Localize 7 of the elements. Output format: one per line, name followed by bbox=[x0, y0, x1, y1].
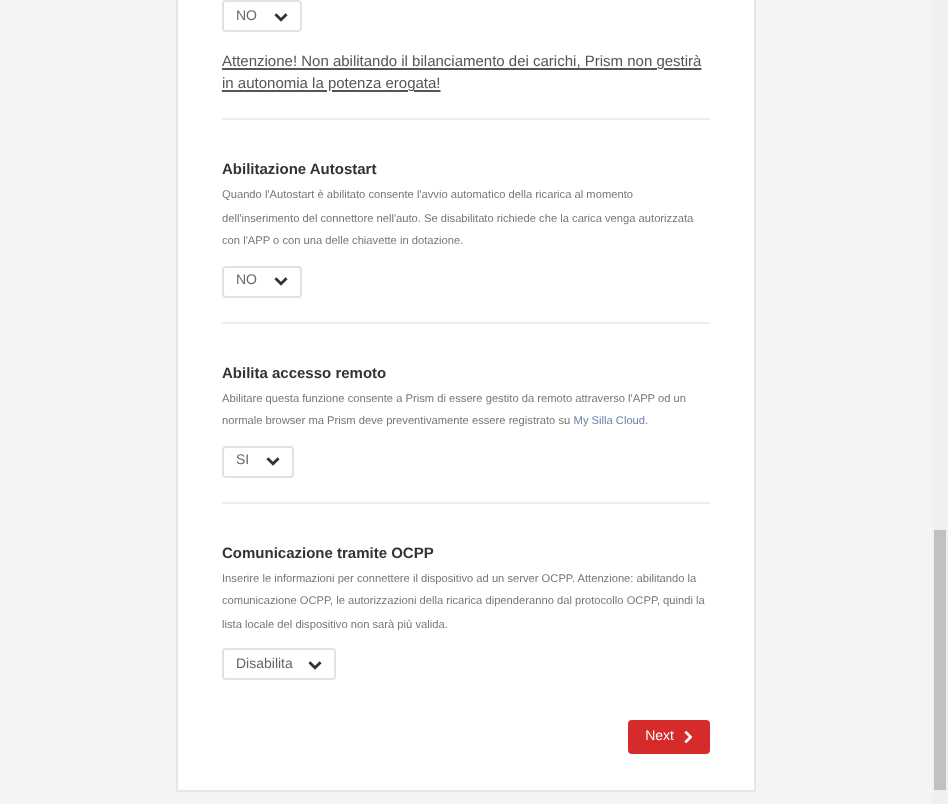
chevron-down-icon bbox=[273, 276, 287, 286]
chevron-down-icon bbox=[273, 11, 287, 21]
chevron-right-icon bbox=[684, 730, 692, 744]
chevron-down-icon bbox=[265, 456, 280, 466]
scrollbar[interactable] bbox=[932, 0, 948, 804]
scrollbar-thumb[interactable] bbox=[934, 530, 946, 790]
chevron-down-icon bbox=[308, 659, 323, 669]
